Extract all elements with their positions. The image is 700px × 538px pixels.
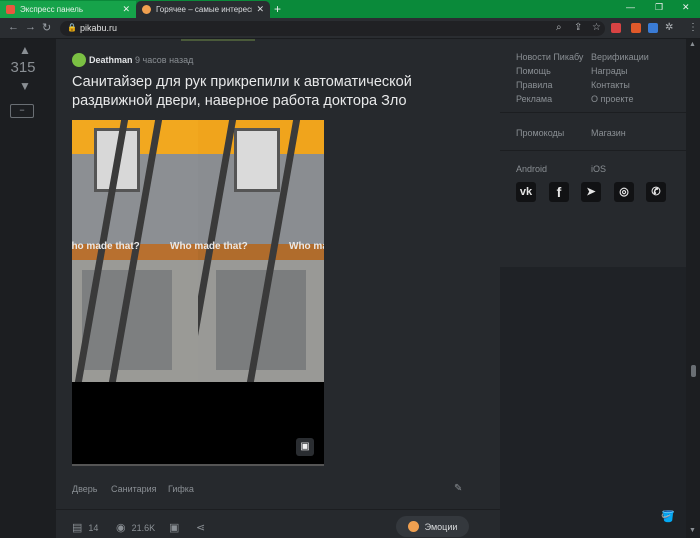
menu-dots-icon[interactable]: ⋮ [688, 22, 698, 33]
extension-icon[interactable] [648, 23, 658, 33]
link-contacts[interactable]: Контакты [591, 80, 630, 90]
pikabu-favicon-icon [142, 5, 151, 14]
tab-title: Экспресс панель [20, 5, 84, 14]
eye-icon: ◉ [116, 522, 126, 534]
gif-watermark: Who made that? [72, 241, 140, 252]
comments-count: 14 [88, 522, 99, 533]
comments-button[interactable]: ▤ 14 [72, 521, 98, 534]
link-ads[interactable]: Реклама [516, 94, 552, 104]
gif-progress-bar [72, 464, 324, 466]
author-name[interactable]: Deathman [89, 55, 133, 65]
upvote-icon[interactable]: ▲ [10, 43, 40, 57]
emotions-button[interactable]: Эмоции [396, 516, 469, 537]
close-window-icon[interactable]: ✕ [682, 2, 690, 13]
link-rules[interactable]: Правила [516, 80, 553, 90]
comment-icon: ▤ [72, 522, 83, 534]
save-gif-icon[interactable]: ▣ [296, 438, 314, 456]
divider [181, 39, 255, 41]
divider [500, 112, 686, 113]
edit-tags-icon[interactable]: ✎ [454, 483, 462, 494]
post-gif[interactable]: Who made that? Who made that? Who made t… [72, 120, 324, 466]
new-tab-icon[interactable]: + [274, 2, 281, 16]
link-about[interactable]: О проекте [591, 94, 633, 104]
divider [56, 509, 500, 510]
vk-icon[interactable]: vk [516, 182, 536, 202]
link-android[interactable]: Android [516, 164, 547, 174]
tab-express-panel[interactable]: Экспресс панель ✕ [0, 1, 136, 18]
instagram-icon[interactable]: ◎ [614, 182, 634, 202]
link-awards[interactable]: Награды [591, 66, 628, 76]
right-sidebar: Новости Пикабу Помощь Правила Реклама Ве… [500, 39, 686, 538]
extension-icon[interactable] [611, 23, 621, 33]
emotions-label: Эмоции [424, 521, 458, 532]
page-scrollbar[interactable]: ▲ ▼ [686, 39, 700, 538]
divider [500, 150, 686, 151]
link-pikabu-news[interactable]: Новости Пикабу [516, 52, 583, 62]
link-promocodes[interactable]: Промокоды [516, 128, 564, 138]
post-rating: 315 [10, 59, 36, 76]
back-icon[interactable]: ← [8, 21, 19, 33]
reload-icon[interactable]: ↻ [42, 21, 51, 34]
share-post-icon[interactable]: ⋖ [196, 521, 211, 534]
author-avatar[interactable] [72, 53, 86, 67]
gif-watermark: Who made that? [289, 241, 324, 252]
scroll-down-icon[interactable]: ▼ [689, 527, 696, 534]
footer-links-panel: Новости Пикабу Помощь Правила Реклама Ве… [500, 39, 686, 267]
close-tab-icon[interactable]: ✕ [256, 4, 264, 15]
puzzle-icon[interactable]: ✲ [665, 22, 673, 33]
gif-watermark: Who made that? [170, 241, 248, 252]
share-icon[interactable]: ⇪ [574, 22, 582, 33]
tab-pikabu-hot[interactable]: Горячее – самые интересные и ✕ [136, 1, 270, 18]
extension-icon[interactable] [631, 23, 641, 33]
vote-column: ▲ 315 ▼ − [0, 39, 56, 538]
link-verification[interactable]: Верификации [591, 52, 649, 62]
viber-icon[interactable]: ✆ [646, 182, 666, 202]
downvote-icon[interactable]: ▼ [10, 79, 40, 93]
link-shop[interactable]: Магазин [591, 128, 626, 138]
scrollbar-thumb[interactable] [691, 365, 696, 377]
post-time: 9 часов назад [135, 55, 194, 65]
save-post-icon[interactable]: ▣ [169, 521, 185, 534]
url-bar[interactable]: 🔒 pikabu.ru [60, 21, 605, 36]
minimize-icon[interactable]: — [626, 2, 635, 12]
star-icon[interactable]: ☆ [592, 22, 601, 33]
tag-gif[interactable]: Гифка [168, 484, 194, 494]
lock-icon: 🔒 [67, 23, 77, 32]
facebook-icon[interactable]: f [549, 182, 569, 202]
tag-door[interactable]: Дверь [72, 484, 97, 494]
search-icon[interactable]: ⌕ [556, 22, 562, 33]
maximize-icon[interactable]: ❐ [655, 2, 663, 13]
views-indicator: ◉ 21.6K [116, 521, 155, 534]
forward-icon[interactable]: → [25, 21, 36, 33]
views-count: 21.6K [131, 522, 156, 533]
telegram-icon[interactable]: ➤ [581, 182, 601, 202]
address-toolbar: ← → ↻ 🔒 pikabu.ru ⌕ ⇪ ☆ ✲ ⋮ [0, 18, 700, 39]
url-text: pikabu.ru [80, 23, 118, 33]
paint-bucket-icon[interactable]: 🪣 [661, 510, 675, 523]
scroll-up-icon[interactable]: ▲ [689, 41, 696, 48]
close-tab-icon[interactable]: ✕ [122, 4, 130, 15]
emotion-face-icon [407, 521, 419, 532]
link-help[interactable]: Помощь [516, 66, 551, 76]
link-ios[interactable]: iOS [591, 164, 606, 174]
tag-sanitation[interactable]: Санитария [111, 484, 157, 494]
tab-title: Горячее – самые интересные и [156, 5, 252, 14]
post-title[interactable]: Санитайзер для рук прикрепили к автомати… [72, 73, 492, 111]
post-card: Deathman 9 часов назад Санитайзер для ру… [56, 39, 500, 538]
express-panel-favicon-icon [6, 5, 15, 14]
browser-tab-bar: Экспресс панель ✕ Горячее – самые интере… [0, 0, 700, 18]
hide-post-button[interactable]: − [10, 104, 34, 118]
